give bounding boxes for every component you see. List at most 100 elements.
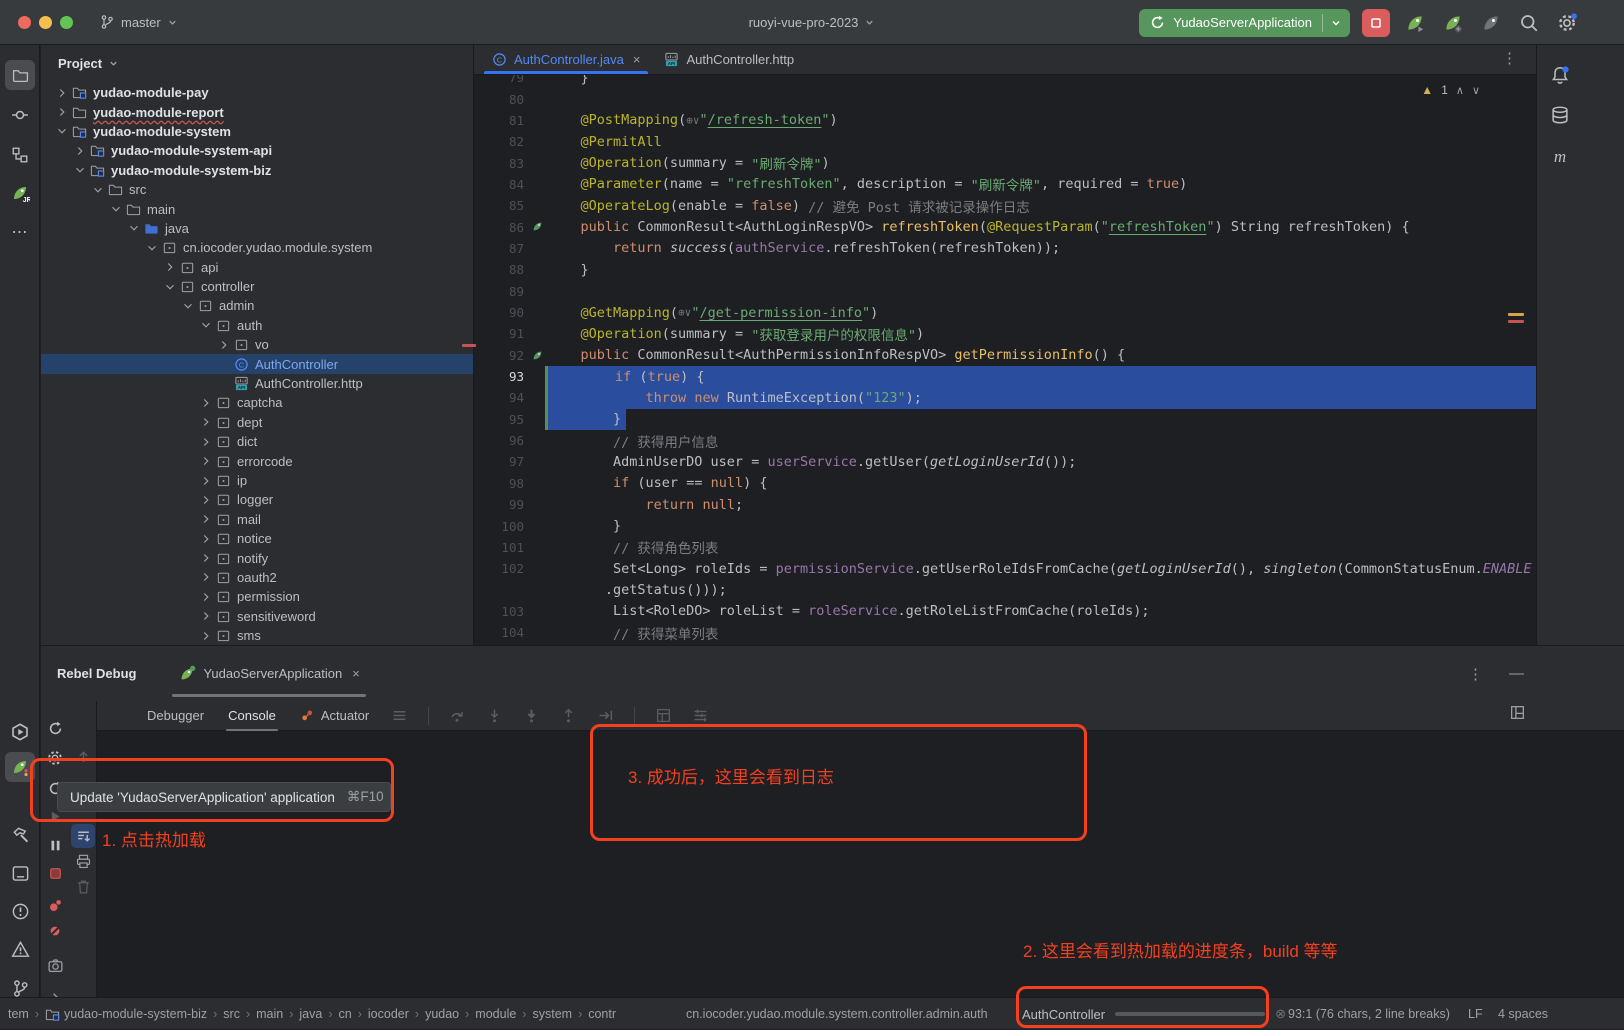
jrebel-disabled-icon[interactable] <box>1478 10 1504 36</box>
force-step-into-icon[interactable] <box>523 707 540 724</box>
tree-item-auth[interactable]: auth <box>41 316 473 335</box>
gutter[interactable]: 84 <box>474 174 548 195</box>
tree-item-yudao-module-system[interactable]: yudao-module-system <box>41 122 473 141</box>
code-text[interactable]: if (true) { <box>548 366 1536 387</box>
pause-button[interactable] <box>43 833 67 857</box>
chevron-right-icon[interactable] <box>197 590 215 604</box>
debug-session-tab[interactable]: YudaoServerApplication × <box>172 646 365 701</box>
tab-options-kebab-icon[interactable]: ⋮ <box>1502 49 1518 67</box>
step-out-icon[interactable] <box>560 707 577 724</box>
chevron-right-icon[interactable] <box>197 396 215 410</box>
code-line-wrap[interactable]: .getStatus())); <box>474 579 1536 600</box>
code-text[interactable] <box>548 88 1536 109</box>
gutter[interactable]: 79 <box>474 75 548 88</box>
code-line-91[interactable]: 91 @Operation(summary = "获取登录用户的权限信息") <box>474 323 1536 344</box>
chevron-down-icon[interactable] <box>125 221 143 235</box>
tree-item-oauth2[interactable]: oauth2 <box>41 568 473 587</box>
code-text[interactable]: @Operation(summary = "获取登录用户的权限信息") <box>548 323 1536 344</box>
code-text[interactable]: public CommonResult<AuthLoginRespVO> ref… <box>548 216 1536 237</box>
gutter[interactable]: 88 <box>474 259 548 280</box>
code-line-100[interactable]: 100 } <box>474 515 1536 536</box>
tree-item-cn.iocoder.yudao.module.system[interactable]: cn.iocoder.yudao.module.system <box>41 238 473 257</box>
gutter[interactable]: 97 <box>474 451 548 472</box>
gutter[interactable]: 87 <box>474 238 548 259</box>
tree-item-ip[interactable]: ip <box>41 471 473 490</box>
code-text[interactable]: @OperateLog(enable = false) // 避免 Post 请… <box>548 195 1536 216</box>
chevron-right-icon[interactable] <box>197 629 215 643</box>
jrebel-reload-gutter-icon[interactable] <box>531 349 544 362</box>
editor-tab-AuthController.http[interactable]: APIAuthController.http <box>652 45 806 74</box>
code-line-85[interactable]: 85 @OperateLog(enable = false) // 避免 Pos… <box>474 195 1536 216</box>
gutter[interactable]: 100 <box>474 515 548 536</box>
search-icon[interactable] <box>1516 10 1542 36</box>
code-text[interactable]: @Operation(summary = "刷新令牌") <box>548 152 1536 173</box>
code-line-95[interactable]: 95 } <box>474 409 1536 430</box>
code-text[interactable]: // 获得角色列表 <box>548 537 1536 558</box>
tree-item-errorcode[interactable]: errorcode <box>41 451 473 470</box>
layout-grid-icon[interactable] <box>655 707 672 724</box>
breadcrumb-item-yudao-module-system-biz[interactable]: yudao-module-system-biz <box>45 1007 207 1022</box>
gutter[interactable]: 93 <box>474 366 548 387</box>
gutter[interactable]: 96 <box>474 430 548 451</box>
code-text[interactable]: if (user == null) { <box>548 473 1536 494</box>
tree-item-yudao-module-system-biz[interactable]: yudao-module-system-biz <box>41 161 473 180</box>
jrebel-reload-gutter-icon[interactable] <box>531 220 544 233</box>
gutter[interactable]: 101 <box>474 537 548 558</box>
code-text[interactable]: @GetMapping(⊕∨"/get-permission-info") <box>548 302 1536 323</box>
code-text[interactable]: @PermitAll <box>548 131 1536 152</box>
tree-item-main[interactable]: main <box>41 199 473 218</box>
code-line-97[interactable]: 97 AdminUserDO user = userService.getUse… <box>474 451 1536 472</box>
chevron-right-icon[interactable] <box>71 144 89 158</box>
chevron-down-icon[interactable] <box>53 124 71 138</box>
chevron-right-icon[interactable] <box>197 493 215 507</box>
editor-tab-AuthController.java[interactable]: CAuthController.java× <box>480 45 652 74</box>
chevron-right-icon[interactable] <box>197 570 215 584</box>
code-line-89[interactable]: 89 <box>474 281 1536 302</box>
tree-item-captcha[interactable]: captcha <box>41 393 473 412</box>
tree-item-yudao-module-system-api[interactable]: yudao-module-system-api <box>41 141 473 160</box>
code-text[interactable]: @Parameter(name = "refreshToken", descri… <box>548 174 1536 195</box>
structure-stripe-button[interactable] <box>5 140 35 170</box>
code-line-94[interactable]: 94 throw new RuntimeException("123"); <box>474 387 1536 408</box>
tree-item-notify[interactable]: notify <box>41 548 473 567</box>
layout-settings-icon[interactable] <box>1509 704 1526 721</box>
gutter[interactable]: 89 <box>474 281 548 302</box>
code-line-102[interactable]: 102 Set<Long> roleIds = permissionServic… <box>474 558 1536 579</box>
chevron-right-icon[interactable] <box>197 609 215 623</box>
gutter[interactable]: 103 <box>474 601 548 622</box>
code-line-88[interactable]: 88 } <box>474 259 1536 280</box>
code-line-90[interactable]: 90 @GetMapping(⊕∨"/get-permission-info") <box>474 302 1536 323</box>
code-line-104[interactable]: 104 // 获得菜单列表 <box>474 622 1536 643</box>
gutter[interactable]: 98 <box>474 473 548 494</box>
breadcrumb-item-system[interactable]: system <box>532 1007 572 1021</box>
tree-item-logger[interactable]: logger <box>41 490 473 509</box>
code-line-103[interactable]: 103 List<RoleDO> roleList = roleService.… <box>474 601 1536 622</box>
breadcrumb-item-tem[interactable]: tem <box>8 1007 29 1021</box>
tree-item-notice[interactable]: notice <box>41 529 473 548</box>
debug-tab-Debugger[interactable]: Debugger <box>145 704 206 727</box>
code-line-86[interactable]: 86 public CommonResult<AuthLoginRespVO> … <box>474 216 1536 237</box>
chevron-right-icon[interactable] <box>53 86 71 100</box>
print-button[interactable] <box>71 849 95 873</box>
code-line-83[interactable]: 83 @Operation(summary = "刷新令牌") <box>474 152 1536 173</box>
tree-item-controller[interactable]: controller <box>41 277 473 296</box>
code-line-87[interactable]: 87 return success(authService.refreshTok… <box>474 238 1536 259</box>
chevron-right-icon[interactable] <box>197 454 215 468</box>
breadcrumb-item-src[interactable]: src <box>223 1007 240 1021</box>
code-line-84[interactable]: 84 @Parameter(name = "refreshToken", des… <box>474 174 1536 195</box>
chevron-down-icon[interactable] <box>197 318 215 332</box>
stop-button[interactable] <box>43 861 67 885</box>
warnings-stripe-button[interactable] <box>5 934 35 964</box>
settings-gear-icon[interactable] <box>1554 10 1580 36</box>
code-line-81[interactable]: 81 @PostMapping(⊕∨"/refresh-token") <box>474 110 1536 131</box>
caret-position-widget[interactable]: 93:1 (76 chars, 2 line breaks) <box>1288 998 1450 1030</box>
code-line-93[interactable]: 93 if (true) { <box>474 366 1536 387</box>
tree-item-src[interactable]: src <box>41 180 473 199</box>
chevron-down-icon[interactable] <box>89 183 107 197</box>
step-over-icon[interactable] <box>449 707 466 724</box>
tree-item-api[interactable]: api <box>41 258 473 277</box>
close-icon[interactable]: × <box>352 666 360 681</box>
chevron-down-icon[interactable] <box>179 299 197 313</box>
view-breakpoints-button[interactable] <box>43 894 67 918</box>
close-window-button[interactable] <box>18 16 31 29</box>
